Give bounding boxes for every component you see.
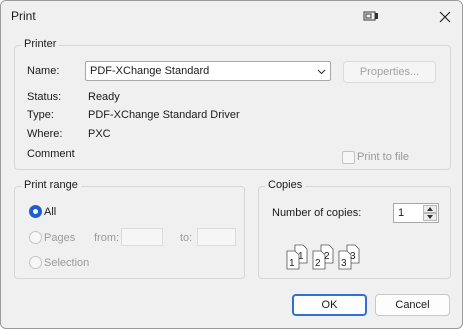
pages-label[interactable]: Pages (44, 232, 75, 244)
decrement-icon[interactable] (423, 213, 437, 221)
title-bar: Print (1, 1, 462, 33)
cancel-button[interactable]: Cancel (375, 294, 450, 316)
type-value: PDF-XChange Standard Driver (88, 109, 240, 121)
pages-radio[interactable] (29, 231, 42, 244)
to-input[interactable] (197, 228, 236, 246)
collate-set-3: 3 3 (338, 244, 360, 270)
selection-label[interactable]: Selection (44, 257, 89, 269)
print-to-file-checkbox[interactable] (342, 151, 355, 164)
window-title: Print (11, 9, 36, 23)
name-label: Name: (27, 65, 60, 77)
selection-radio[interactable] (29, 256, 42, 269)
printer-group-title: Printer (21, 38, 60, 50)
to-label: to: (180, 232, 193, 244)
where-label: Where: (27, 128, 63, 140)
collate-page-label: 2 (324, 251, 330, 262)
status-value: Ready (88, 91, 120, 103)
stepper-arrows (423, 205, 437, 221)
increment-icon[interactable] (423, 205, 437, 213)
print-to-file-label[interactable]: Print to file (357, 151, 409, 163)
printer-name-select[interactable]: PDF-XChange Standard (85, 61, 331, 81)
collate-page-label: 1 (298, 251, 304, 262)
chevron-down-icon (317, 69, 326, 75)
status-label: Status: (27, 91, 62, 103)
copies-value: 1 (398, 207, 405, 219)
collate-set-1: 1 1 (286, 244, 308, 270)
copies-group-title: Copies (265, 179, 306, 191)
print-range-group-title: Print range (21, 179, 81, 191)
properties-button[interactable]: Properties... (343, 61, 436, 83)
collate-icon: 1 1 2 2 3 3 (286, 244, 360, 270)
where-value: PXC (88, 128, 111, 140)
printer-name-value: PDF-XChange Standard (90, 65, 210, 77)
all-radio[interactable] (29, 205, 42, 218)
close-icon[interactable] (435, 7, 455, 27)
collate-set-2: 2 2 (312, 244, 334, 270)
collate-page-label: 1 (289, 258, 295, 269)
copies-stepper[interactable]: 1 (393, 203, 439, 223)
from-label: from: (94, 232, 120, 244)
comment-label: Comment (27, 148, 75, 160)
collate-page-label: 2 (315, 258, 321, 269)
ok-button[interactable]: OK (292, 294, 367, 316)
number-of-copies-label: Number of copies: (272, 207, 362, 219)
collate-page-label: 3 (341, 258, 347, 269)
type-label: Type: (27, 109, 54, 121)
print-dialog: Print Printer Name: PDF-XChange Standard… (0, 0, 463, 329)
collate-page-label: 3 (350, 251, 356, 262)
printer-icon[interactable] (363, 9, 379, 23)
all-label[interactable]: All (44, 206, 56, 218)
from-input[interactable] (121, 228, 163, 246)
